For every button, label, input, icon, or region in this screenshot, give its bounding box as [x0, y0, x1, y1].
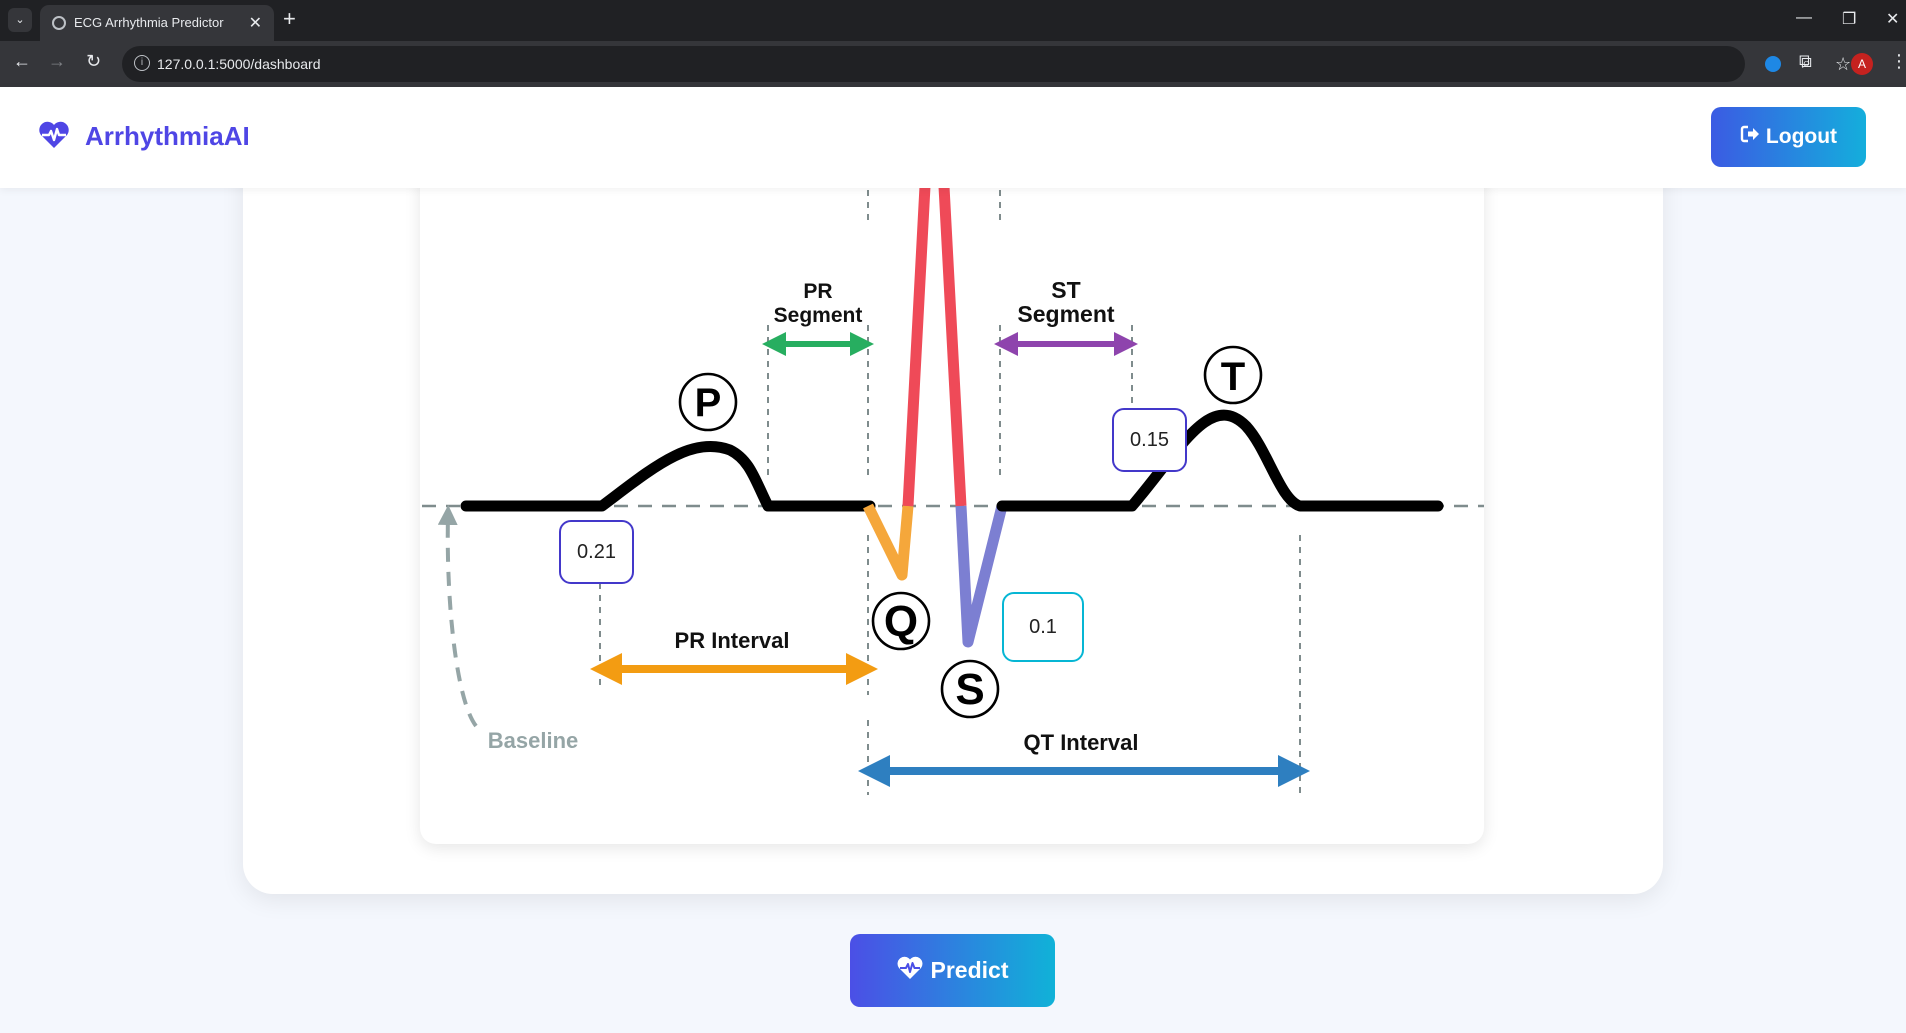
browser-toolbar: ← → ↻ i 127.0.0.1:5000/dashboard ⌕ ☆ ⧉ A… [0, 41, 1906, 87]
svg-text:Q: Q [884, 597, 918, 646]
forward-icon[interactable]: → [48, 51, 66, 72]
heart-pulse-icon [897, 956, 923, 986]
st-segment-label-line2: Segment [1017, 301, 1114, 327]
logout-label: Logout [1765, 125, 1838, 148]
q-wave [863, 503, 914, 581]
ecg-trace-tail [996, 409, 1444, 512]
tab-title: ECG Arrhythmia Predictor [74, 15, 224, 30]
new-tab-icon[interactable]: + [283, 6, 296, 32]
s-wave-label: S [940, 659, 1000, 719]
s-wave [955, 504, 1008, 648]
window-close-icon[interactable]: ✕ [1886, 9, 1899, 29]
browser-tab-bar: ⌄ ECG Arrhythmia Predictor ✕ + — ❐ ✕ [0, 0, 1906, 41]
heartbeat-logo-icon [38, 121, 70, 154]
logout-button[interactable]: Logout [1711, 107, 1866, 167]
svg-text:P: P [695, 381, 722, 425]
svg-text:T: T [1221, 355, 1245, 399]
extensions-puzzle-icon[interactable]: ⧉ [1799, 51, 1812, 72]
window-minimize-icon[interactable]: — [1796, 9, 1812, 27]
address-url: 127.0.0.1:5000/dashboard [157, 56, 321, 72]
qt-interval-label: QT Interval [1024, 730, 1139, 755]
tab-search-icon[interactable]: ⌄ [8, 8, 32, 32]
ecg-diagram-card: PR Segment ST Segment PR Interval QT Int… [420, 130, 1484, 844]
predict-button[interactable]: Predict [850, 934, 1055, 1007]
extension-icon[interactable] [1765, 56, 1781, 72]
reload-icon[interactable]: ↻ [86, 51, 101, 72]
ecg-diagram: PR Segment ST Segment PR Interval QT Int… [422, 130, 1484, 795]
st-segment-label-line1: ST [1051, 277, 1080, 303]
brand-name: ArrhythmiaAI [85, 121, 250, 151]
pr-interval-label: PR Interval [675, 628, 790, 653]
baseline-arrow [437, 505, 478, 728]
address-bar[interactable]: i 127.0.0.1:5000/dashboard ⌕ ☆ [122, 46, 1851, 82]
window-restore-icon[interactable]: ❐ [1842, 9, 1856, 29]
app-header: ArrhythmiaAI Logout [0, 87, 1906, 188]
baseline-label: Baseline [488, 728, 579, 753]
pr-segment-label-line2: Segment [774, 304, 863, 327]
bookmark-star-icon[interactable]: ☆ [1835, 54, 1851, 75]
browser-tab[interactable]: ECG Arrhythmia Predictor ✕ [40, 5, 274, 41]
t-wave-label: T [1203, 345, 1263, 405]
profile-avatar[interactable]: A [1851, 53, 1873, 75]
site-info-icon[interactable]: i [134, 55, 150, 71]
tab-close-icon[interactable]: ✕ [249, 13, 262, 33]
st-segment-input[interactable] [1112, 408, 1187, 472]
pr-segment-label-line1: PR [803, 280, 832, 303]
q-wave-label: Q [871, 591, 931, 651]
svg-text:S: S [955, 665, 984, 714]
pr-interval-input[interactable] [559, 520, 634, 584]
qrs-duration-input[interactable] [1002, 592, 1084, 662]
logout-icon [1740, 124, 1760, 150]
p-wave-label: P [678, 372, 738, 432]
ecg-trace [460, 440, 876, 512]
back-icon[interactable]: ← [13, 51, 31, 72]
browser-menu-icon[interactable]: ⋮ [1890, 51, 1906, 72]
predict-label: Predict [930, 957, 1009, 983]
tab-favicon-icon [52, 16, 66, 30]
